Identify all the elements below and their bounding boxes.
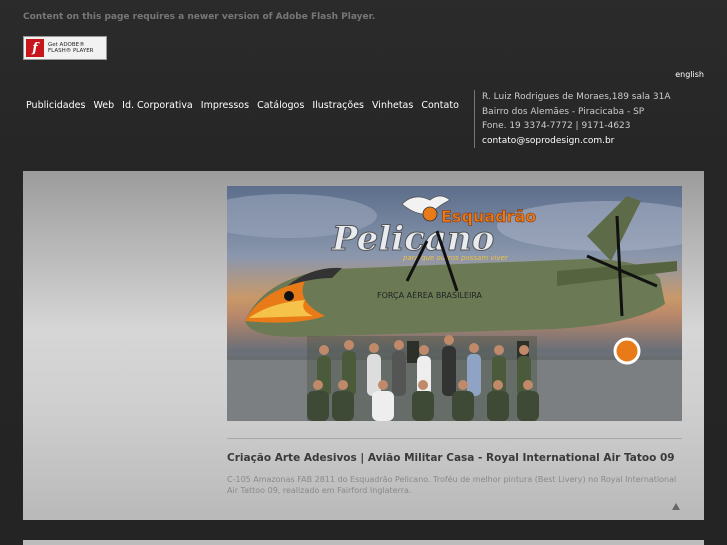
nav-item-id-corporativa[interactable]: Id. Corporativa — [122, 100, 193, 111]
nav-item-impressos[interactable]: Impressos — [201, 100, 249, 111]
featured-title: Criação Arte Adesivos | Avião Militar Ca… — [227, 452, 675, 464]
address-phone: Fone. 19 3374-7772 | 9171-4623 — [482, 121, 631, 131]
next-panel-edge — [23, 540, 704, 545]
featured-description: C-105 Amazonas FAB 2811 do Esquadrão Pel… — [227, 475, 677, 495]
flash-badge-text: Get ADOBE® FLASH® PLAYER — [48, 42, 94, 54]
flash-required-message: Content on this page requires a newer ve… — [23, 12, 376, 22]
nav-item-ilustracoes[interactable]: Ilustrações — [312, 100, 364, 111]
airplane-illustration: Esquadrão Pelicano para que outros possa… — [227, 194, 682, 421]
flash-logo-icon: f — [26, 39, 44, 57]
contact-address: R. Luiz Rodrigues de Moraes,189 sala 31A… — [474, 90, 671, 148]
nav-item-catalogos[interactable]: Catálogos — [257, 100, 304, 111]
svg-text:FORÇA AÉREA BRASILEIRA: FORÇA AÉREA BRASILEIRA — [377, 289, 483, 300]
english-language-link[interactable]: english — [675, 70, 704, 79]
address-district: Bairro dos Alemães - Piracicaba - SP — [482, 106, 645, 117]
crew-group-photo — [307, 335, 539, 421]
scroll-up-arrow-icon[interactable] — [672, 503, 680, 510]
address-street: R. Luiz Rodrigues de Moraes,189 sala 31A — [482, 92, 671, 102]
featured-photo[interactable]: Esquadrão Pelicano para que outros possa… — [227, 186, 682, 421]
caption-divider — [227, 438, 682, 439]
nav-item-web[interactable]: Web — [93, 100, 114, 111]
featured-work-panel: Esquadrão Pelicano para que outros possa… — [23, 171, 704, 520]
svg-text:Pelicano: Pelicano — [331, 219, 494, 259]
nav-item-publicidades[interactable]: Publicidades — [26, 100, 85, 111]
contact-email-link[interactable]: contato@soprodesign.com.br — [482, 134, 671, 149]
get-flash-player-button[interactable]: f Get ADOBE® FLASH® PLAYER — [23, 36, 107, 60]
nav-item-vinhetas[interactable]: Vinhetas — [372, 100, 413, 111]
nav-item-contato[interactable]: Contato — [421, 100, 459, 111]
main-navigation: Publicidades Web Id. Corporativa Impress… — [26, 100, 459, 111]
